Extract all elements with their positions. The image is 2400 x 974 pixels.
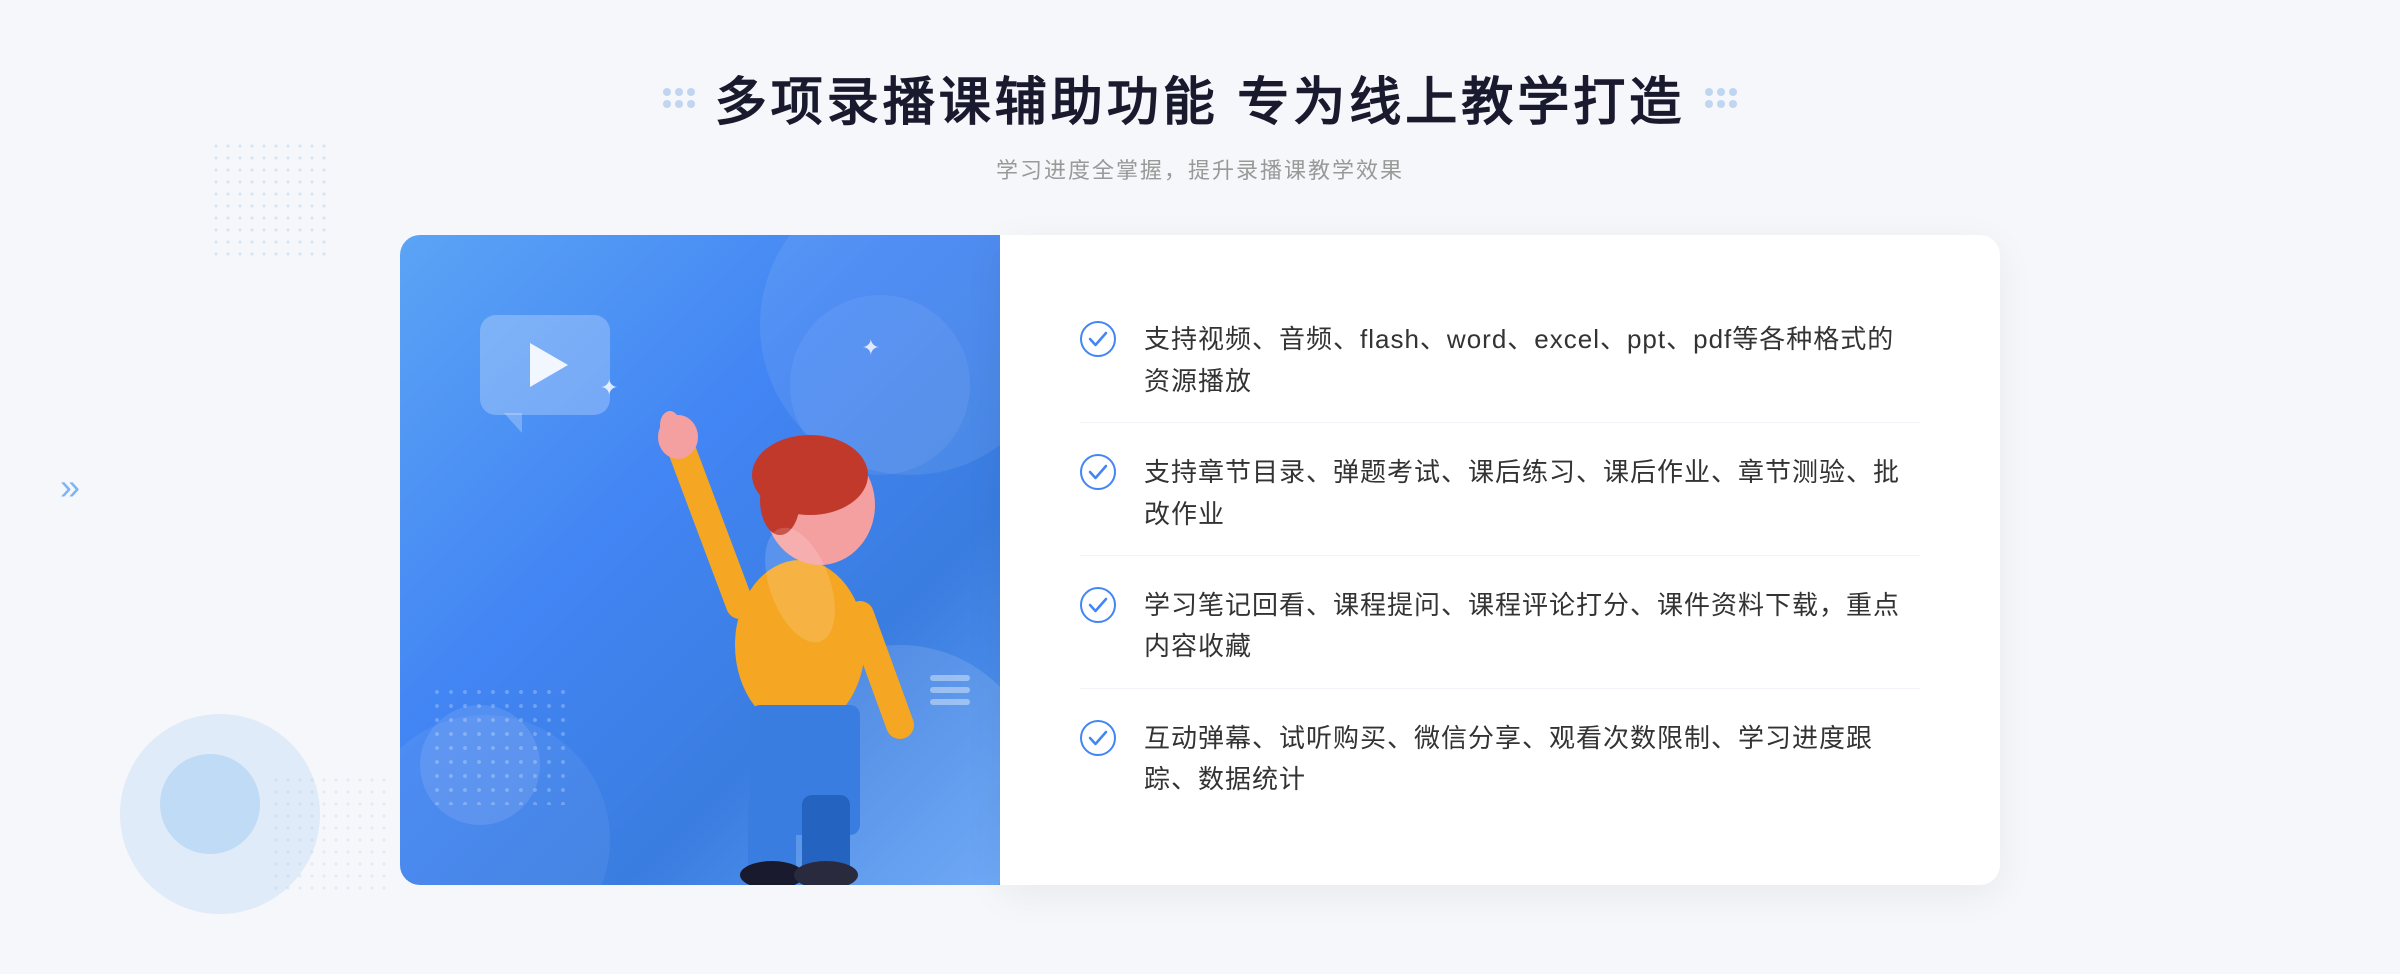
check-icon-2 <box>1080 454 1116 490</box>
header-section: 多项录播课辅助功能 专为线上教学打造 学习进度全掌握，提升录播课教学效果 <box>663 60 1737 185</box>
dot-grid-right <box>1705 88 1737 108</box>
content-card: 支持视频、音频、flash、word、excel、ppt、pdf等各种格式的资源… <box>1000 235 2000 885</box>
title-decoration-right <box>1705 88 1737 108</box>
feature-text-4: 互动弹幕、试听购买、微信分享、观看次数限制、学习进度跟踪、数据统计 <box>1144 718 1920 801</box>
arrow-left-decoration: » <box>60 466 80 508</box>
title-decoration-left <box>663 88 695 108</box>
dots-decoration-top-left <box>210 140 330 260</box>
content-area: ✦ ✦ <box>400 235 2000 885</box>
check-icon-3 <box>1080 587 1116 623</box>
title-row: 多项录播课辅助功能 专为线上教学打造 <box>663 60 1737 135</box>
check-icon-1 <box>1080 321 1116 357</box>
card-dots <box>430 685 570 805</box>
play-triangle-icon <box>530 343 568 387</box>
feature-item-4: 互动弹幕、试听购买、微信分享、观看次数限制、学习进度跟踪、数据统计 <box>1080 698 1920 821</box>
dot-grid-left <box>663 88 695 108</box>
feature-item-1: 支持视频、音频、flash、word、excel、ppt、pdf等各种格式的资源… <box>1080 299 1920 423</box>
illustration-card: ✦ ✦ <box>400 235 1000 885</box>
sparkle-decoration-1: ✦ <box>600 375 618 401</box>
feature-text-1: 支持视频、音频、flash、word、excel、ppt、pdf等各种格式的资源… <box>1144 319 1920 402</box>
person-illustration <box>650 345 950 885</box>
feature-item-3: 学习笔记回看、课程提问、课程评论打分、课件资料下载，重点内容收藏 <box>1080 565 1920 689</box>
circle-decoration-2 <box>160 754 260 854</box>
feature-text-2: 支持章节目录、弹题考试、课后练习、课后作业、章节测验、批改作业 <box>1144 452 1920 535</box>
play-bubble <box>480 315 610 415</box>
page-wrapper: » 多项录播课辅助功能 专为线上教学打造 学习进度全掌握，提升录播课教学效果 <box>0 0 2400 974</box>
check-icon-4 <box>1080 720 1116 756</box>
semi-circle-gray <box>420 705 540 825</box>
main-title: 多项录播课辅助功能 专为线上教学打造 <box>715 60 1685 135</box>
feature-item-2: 支持章节目录、弹题考试、课后练习、课后作业、章节测验、批改作业 <box>1080 432 1920 556</box>
feature-text-3: 学习笔记回看、课程提问、课程评论打分、课件资料下载，重点内容收藏 <box>1144 585 1920 668</box>
subtitle: 学习进度全掌握，提升录播课教学效果 <box>996 153 1404 185</box>
